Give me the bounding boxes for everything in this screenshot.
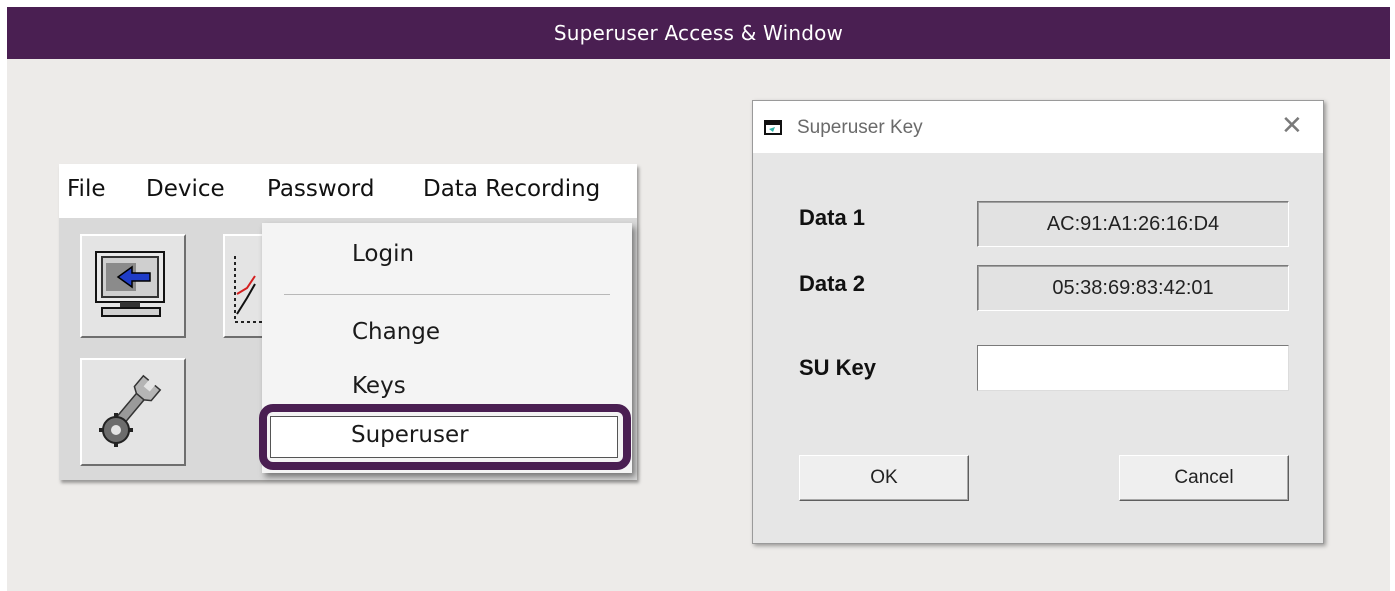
menu-item-keys[interactable]: Keys [352,373,406,399]
menu-item-login[interactable]: Login [352,241,414,267]
monitor-icon [95,251,165,317]
su-key-label: SU Key [799,355,877,380]
close-icon[interactable]: ✕ [1281,113,1303,139]
settings-tools-button[interactable] [80,358,186,466]
menu-bar: File Device Password Data Recording [59,164,637,218]
data1-value: AC:91:A1:26:16:D4 [977,201,1289,247]
data1-value-text: AC:91:A1:26:16:D4 [1046,212,1220,235]
dialog-body: Data 1 AC:91:A1:26:16:D4 Data 2 05:38:69… [753,153,1323,543]
dialog-title: Superuser Key [797,117,923,138]
menu-item-superuser-label: Superuser [351,422,469,448]
menu-separator [284,294,610,295]
superuser-key-dialog: Superuser Key ✕ Data 1 AC:91:A1:26:16:D4… [752,100,1324,544]
data1-label: Data 1 [799,205,866,230]
window-icon [764,120,782,135]
connect-device-button[interactable] [80,234,186,338]
ok-button[interactable]: OK [799,455,969,501]
cancel-button[interactable]: Cancel [1119,455,1289,501]
data2-value-text: 05:38:69:83:42:01 [1052,276,1214,299]
menu-item-superuser[interactable]: Superuser [270,416,618,458]
menu-device[interactable]: Device [146,176,225,202]
menu-file[interactable]: File [67,176,106,202]
cancel-button-label: Cancel [1174,467,1234,488]
data2-label: Data 2 [799,271,866,296]
su-key-input[interactable] [977,345,1289,391]
menu-data-recording[interactable]: Data Recording [423,176,600,202]
banner: Superuser Access & Window [7,7,1390,59]
data2-value: 05:38:69:83:42:01 [977,265,1289,311]
menu-password[interactable]: Password [267,176,374,202]
dialog-titlebar[interactable]: Superuser Key ✕ [753,101,1323,153]
menu-item-change[interactable]: Change [352,319,440,345]
ok-button-label: OK [870,467,898,488]
wrench-gear-icon [99,374,162,447]
banner-title: Superuser Access & Window [553,21,844,45]
